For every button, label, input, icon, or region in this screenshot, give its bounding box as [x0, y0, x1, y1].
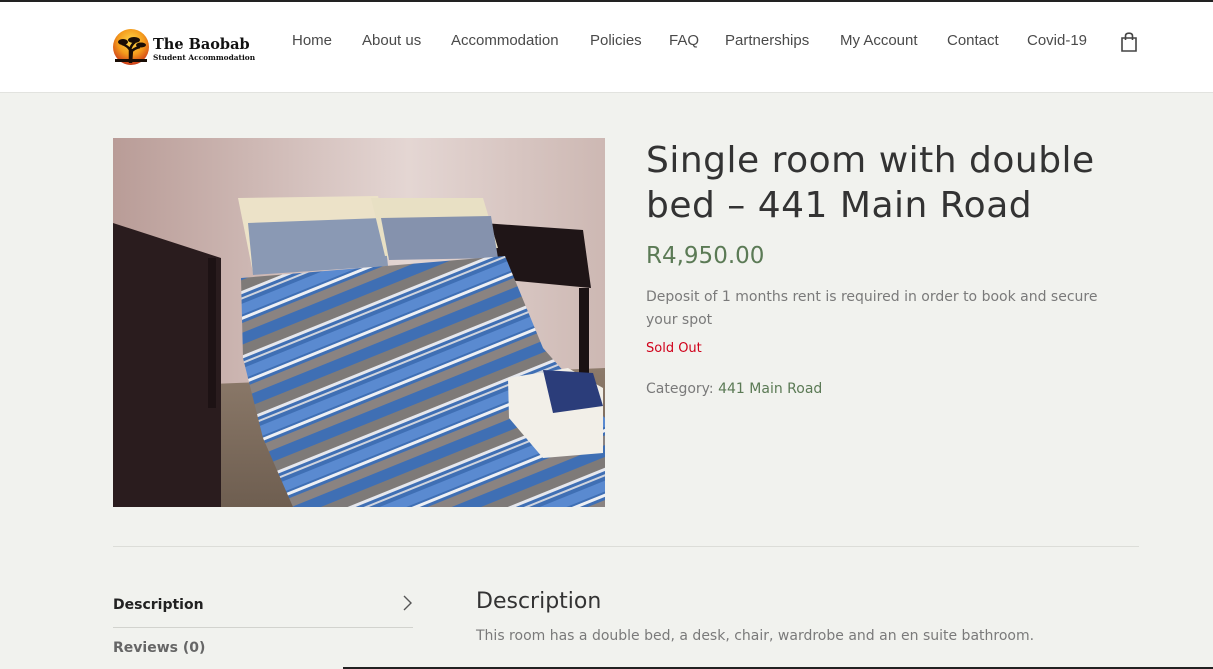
- nav-faq[interactable]: FAQ: [669, 32, 699, 49]
- tab-panel-description: Description This room has a double bed, …: [476, 589, 1136, 644]
- nav-policies[interactable]: Policies: [590, 32, 642, 49]
- product-title: Single room with double bed – 441 Main R…: [646, 140, 1095, 226]
- site-header: The Baobab Student Accommodation Home Ab…: [0, 2, 1213, 93]
- brand-tagline: Student Accommodation: [153, 53, 256, 62]
- site-logo[interactable]: The Baobab Student Accommodation: [113, 28, 273, 68]
- tab-description-label: Description: [113, 597, 204, 613]
- panel-heading: Description: [476, 589, 602, 614]
- nav-accommodation[interactable]: Accommodation: [451, 32, 559, 49]
- panel-text: This room has a double bed, a desk, chai…: [476, 628, 1035, 644]
- tab-reviews-label: Reviews (0): [113, 640, 206, 656]
- brand-name: The Baobab: [153, 36, 250, 53]
- nav-home[interactable]: Home: [292, 32, 332, 49]
- nav-contact[interactable]: Contact: [947, 32, 999, 49]
- product-short-description: Deposit of 1 months rent is required in …: [646, 289, 1098, 328]
- chevron-right-icon: [401, 595, 413, 611]
- product-tabs: Description Reviews (0): [113, 585, 413, 669]
- baobab-tree-icon: [113, 29, 149, 65]
- category-link[interactable]: 441 Main Road: [718, 381, 822, 397]
- product-summary: Single room with double bed – 441 Main R…: [646, 138, 1146, 397]
- shopping-bag-icon[interactable]: [1120, 32, 1138, 52]
- nav-partnerships[interactable]: Partnerships: [725, 32, 809, 49]
- product-price: R4,950.00: [646, 243, 765, 269]
- bed-photo[interactable]: [113, 138, 605, 507]
- product-meta: Category: 441 Main Road: [646, 381, 822, 397]
- nav-about-us[interactable]: About us: [362, 32, 421, 49]
- nav-covid-19[interactable]: Covid-19: [1027, 32, 1087, 49]
- nav-my-account[interactable]: My Account: [840, 32, 918, 49]
- section-divider: [113, 546, 1139, 547]
- tab-description[interactable]: Description: [113, 585, 413, 628]
- stock-status: Sold Out: [646, 341, 702, 356]
- category-label: Category:: [646, 381, 714, 397]
- tab-reviews[interactable]: Reviews (0): [113, 628, 413, 669]
